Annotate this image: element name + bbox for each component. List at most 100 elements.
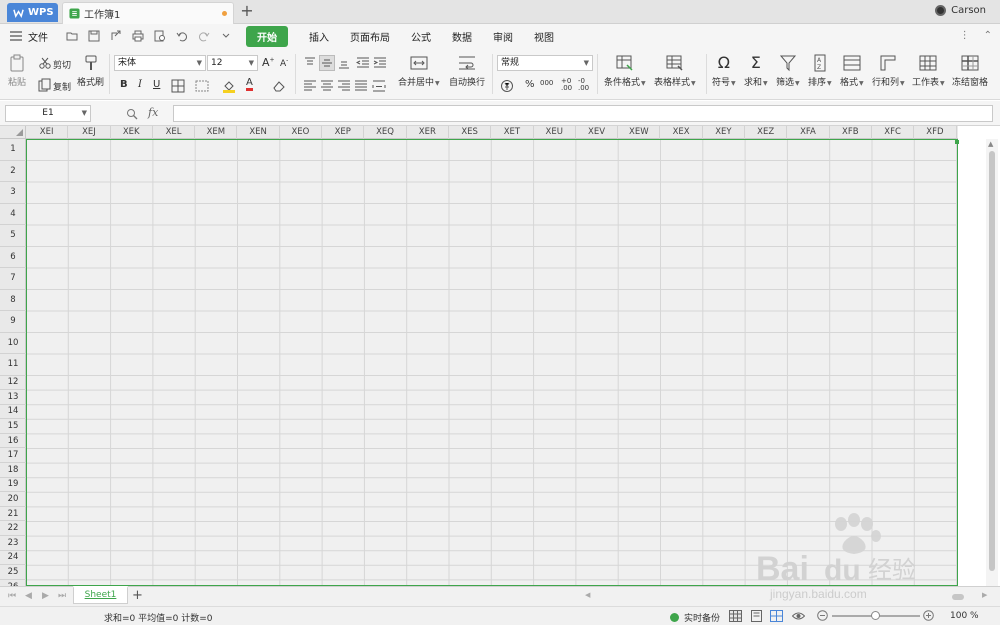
last-sheet-icon[interactable]: ⏭ (58, 591, 66, 601)
tab-formulas[interactable]: 公式 (411, 29, 431, 44)
format-button[interactable]: 格式▼ (840, 54, 864, 88)
tab-insert[interactable]: 插入 (309, 29, 329, 44)
freeze-panes-button[interactable]: 冻结窗格 (952, 54, 988, 88)
row-header[interactable]: 10 (0, 333, 26, 354)
column-header[interactable]: XEW (618, 126, 661, 139)
increase-decimal-button[interactable]: +0.00 (561, 78, 572, 92)
row-header[interactable]: 25 (0, 565, 26, 580)
column-header[interactable]: XFC (872, 126, 915, 139)
align-left-icon[interactable] (303, 79, 317, 93)
font-size-select[interactable]: 12 ▼ (207, 55, 258, 71)
merge-center-button[interactable]: 合并居中▼ (398, 54, 440, 88)
formula-input[interactable] (173, 105, 993, 122)
scissors-icon[interactable] (38, 56, 52, 70)
save-icon[interactable] (88, 30, 100, 42)
borders-icon[interactable] (171, 79, 185, 93)
tab-page-layout[interactable]: 页面布局 (350, 29, 390, 44)
row-header[interactable]: 14 (0, 405, 26, 420)
select-all-corner[interactable] (0, 126, 26, 139)
sort-button[interactable]: AZ 排序▼ (808, 54, 832, 88)
row-header[interactable]: 13 (0, 390, 26, 405)
currency-icon[interactable] (500, 79, 514, 93)
column-header[interactable]: XEM (195, 126, 238, 139)
insert-function-button[interactable]: fx (148, 106, 158, 119)
horizontal-scroll-thumb[interactable] (952, 594, 964, 600)
row-header[interactable]: 24 (0, 551, 26, 566)
customize-chevron-icon[interactable] (220, 30, 232, 42)
row-header[interactable]: 18 (0, 463, 26, 478)
sum-button[interactable]: Σ 求和▼ (744, 54, 768, 89)
align-top-icon[interactable] (303, 56, 317, 70)
copy-button[interactable]: 复制 (53, 80, 71, 93)
row-header[interactable]: 6 (0, 247, 26, 268)
tab-review[interactable]: 审阅 (493, 29, 513, 44)
eraser-icon[interactable] (272, 79, 286, 93)
column-header[interactable]: XFA (787, 126, 830, 139)
column-header[interactable]: XET (491, 126, 534, 139)
column-header[interactable]: XEI (26, 126, 69, 139)
font-color-icon[interactable]: A (246, 78, 253, 91)
wps-home-tab[interactable]: WPS (7, 3, 58, 22)
row-header[interactable]: 1 (0, 139, 26, 161)
more-options-icon[interactable]: ⋮ (960, 30, 970, 41)
number-format-select[interactable]: 常规 ▼ (497, 55, 593, 71)
tab-start[interactable]: 开始 (246, 25, 288, 47)
decrease-decimal-button[interactable]: -0.00 (578, 78, 589, 92)
font-name-select[interactable]: 宋体 ▼ (114, 55, 206, 71)
normal-view-icon[interactable] (729, 610, 742, 622)
horizontal-scrollbar[interactable] (588, 591, 988, 602)
worksheet-button[interactable]: 工作表▼ (912, 54, 945, 88)
zoom-out-icon[interactable] (817, 610, 828, 621)
decrease-indent-icon[interactable] (356, 56, 370, 70)
increase-indent-icon[interactable] (373, 56, 387, 70)
row-header[interactable]: 4 (0, 204, 26, 225)
align-bottom-icon[interactable] (337, 56, 351, 70)
column-header[interactable]: XEL (153, 126, 196, 139)
print-preview-icon[interactable] (154, 30, 166, 42)
document-tab[interactable]: 工作簿1 (62, 2, 234, 24)
align-right-icon[interactable] (337, 79, 351, 93)
column-header[interactable]: XEJ (68, 126, 111, 139)
tab-data[interactable]: 数据 (452, 29, 472, 44)
cells-area[interactable] (26, 139, 958, 586)
symbol-button[interactable]: Ω 符号▼ (712, 54, 736, 89)
undo-icon[interactable] (176, 30, 188, 42)
row-header[interactable]: 9 (0, 311, 26, 333)
column-header[interactable]: XEZ (745, 126, 788, 139)
zoom-level[interactable]: 100 % (950, 611, 979, 621)
paste-button[interactable]: 粘贴 (8, 54, 26, 88)
fill-handle[interactable] (955, 140, 959, 144)
format-painter-button[interactable]: 格式刷 (77, 54, 104, 88)
align-center-icon[interactable] (320, 79, 334, 93)
column-header[interactable]: XFB (830, 126, 872, 139)
row-header[interactable]: 19 (0, 478, 26, 493)
row-header[interactable]: 22 (0, 521, 26, 537)
underline-button[interactable]: U (153, 79, 160, 90)
bold-button[interactable]: B (120, 79, 128, 90)
percent-button[interactable]: % (525, 79, 535, 90)
column-header[interactable]: XES (449, 126, 492, 139)
increase-font-icon[interactable]: A+ (262, 56, 275, 69)
filter-button[interactable]: 筛选▼ (776, 54, 800, 88)
name-box[interactable]: E1 ▼ (5, 105, 91, 122)
distributed-icon[interactable] (372, 79, 386, 93)
page-break-view-icon[interactable] (770, 610, 783, 622)
prev-sheet-icon[interactable]: ◀ (25, 591, 32, 601)
row-header[interactable]: 20 (0, 492, 26, 507)
table-style-button[interactable]: 表格样式▼ (654, 54, 696, 88)
tab-view[interactable]: 视图 (534, 29, 554, 44)
scroll-right-icon[interactable]: ▶ (982, 591, 987, 599)
next-sheet-icon[interactable]: ▶ (42, 591, 49, 601)
conditional-format-button[interactable]: 条件格式▼ (604, 54, 646, 88)
collapse-ribbon-icon[interactable]: ⌃ (984, 30, 992, 41)
add-sheet-button[interactable]: + (132, 588, 143, 603)
live-backup-button[interactable]: 实时备份 (670, 611, 720, 624)
eye-protection-icon[interactable] (792, 610, 805, 622)
column-header[interactable]: XEQ (364, 126, 407, 139)
user-account[interactable]: Carson (935, 5, 986, 16)
sheet-tab-sheet1[interactable]: Sheet1 (73, 586, 128, 604)
row-header[interactable]: 2 (0, 161, 26, 182)
justify-icon[interactable] (354, 79, 368, 93)
vertical-scrollbar[interactable]: ▲ (986, 139, 998, 586)
row-header[interactable]: 8 (0, 290, 26, 311)
